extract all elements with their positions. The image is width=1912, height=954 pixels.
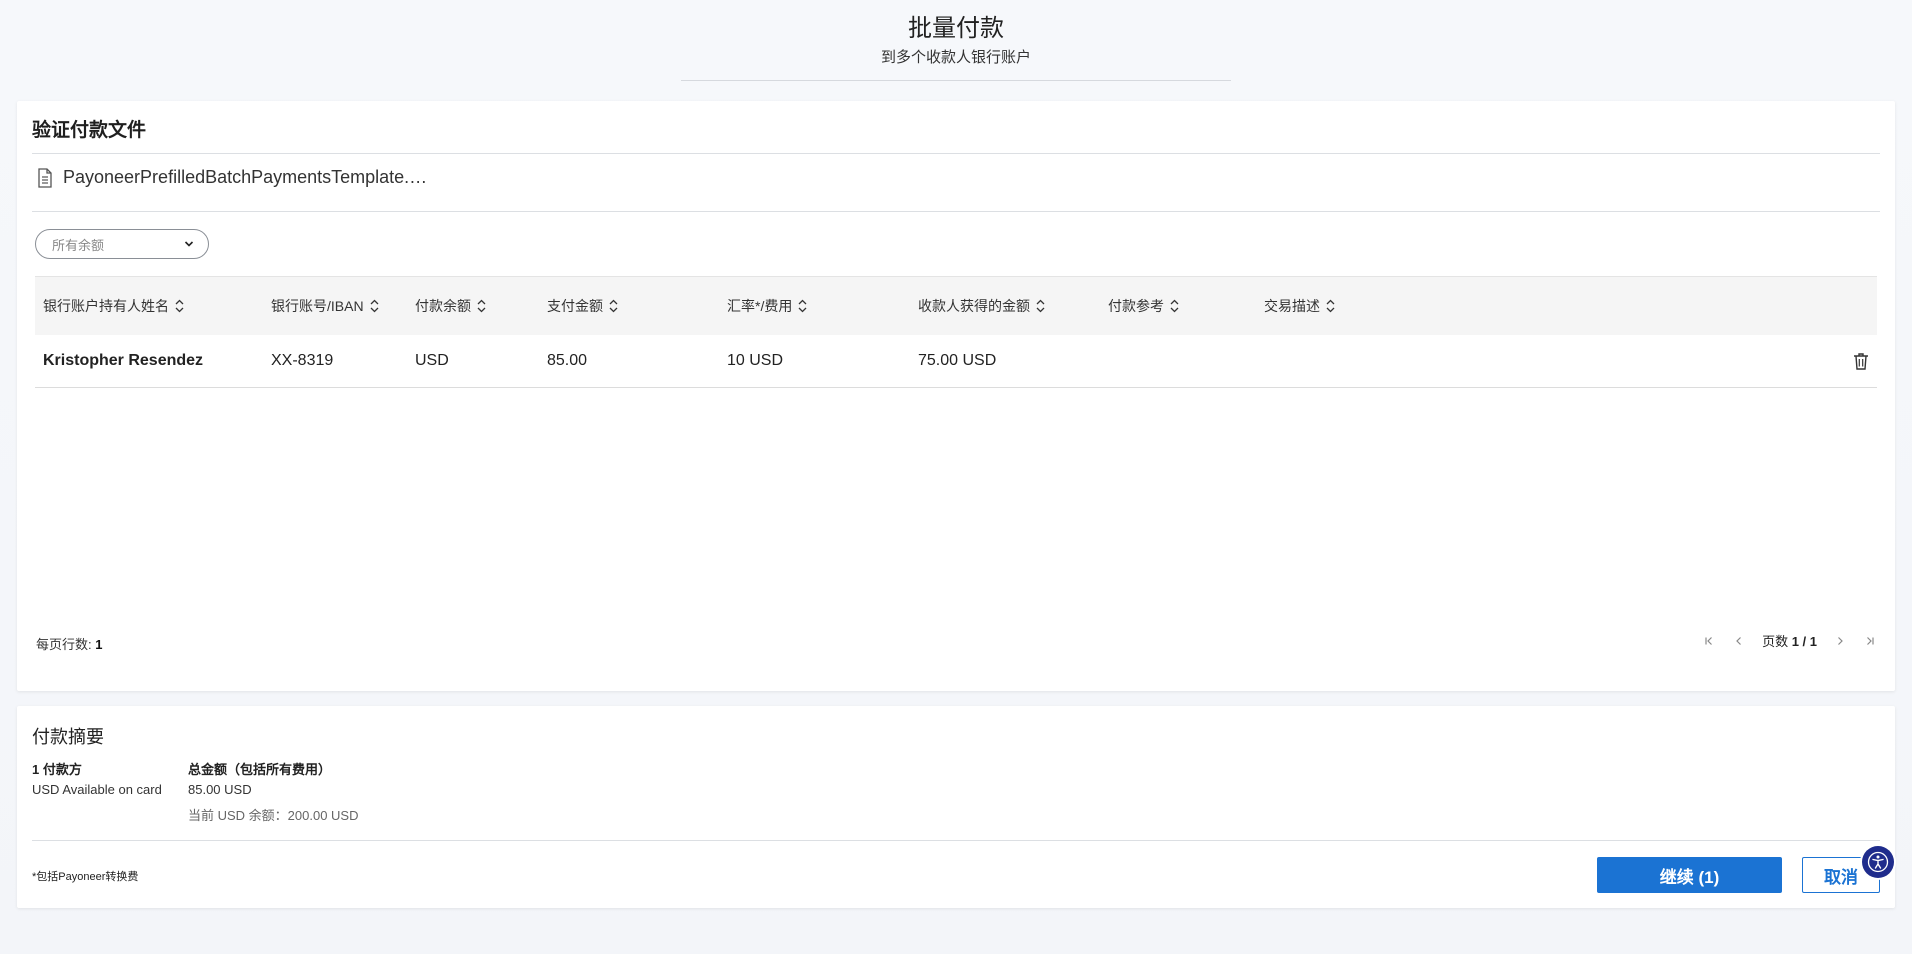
column-header-balance[interactable]: 付款余额 (415, 277, 486, 335)
page-indicator: 页数 1 / 1 (1762, 631, 1817, 650)
sort-icon (609, 299, 618, 313)
column-label: 支付金额 (547, 298, 603, 314)
page-header: 批量付款 到多个收款人银行账户 (0, 0, 1912, 81)
column-header-amount[interactable]: 支付金额 (547, 277, 618, 335)
trash-icon[interactable] (1853, 352, 1869, 370)
column-label: 银行账户持有人姓名 (43, 298, 169, 314)
next-page-icon (1838, 636, 1843, 645)
first-page-button[interactable] (1700, 632, 1718, 650)
column-label: 付款余额 (415, 298, 471, 314)
column-header-account[interactable]: 银行账号/IBAN (271, 277, 379, 335)
column-header-reference[interactable]: 付款参考 (1108, 277, 1179, 335)
cell-recipient-gets: 75.00 USD (918, 352, 997, 369)
column-label: 付款参考 (1108, 298, 1164, 314)
payment-summary-card: 付款摘要 1 付款方 USD Available on card 总金额（包括所… (17, 706, 1895, 908)
total-value: 85.00 USD (188, 782, 252, 797)
sort-icon (1170, 299, 1179, 313)
page-label: 页数 (1762, 634, 1792, 649)
column-header-description[interactable]: 交易描述 (1264, 277, 1335, 335)
cell-amount: 85.00 (547, 352, 588, 369)
prev-page-icon (1736, 636, 1742, 645)
cell-holder: Kristopher Resendez (43, 352, 204, 369)
prev-page-button[interactable] (1730, 632, 1748, 650)
last-page-icon (1867, 636, 1874, 645)
cell-account: XX-8319 (271, 352, 334, 369)
validate-file-card: 验证付款文件 PayoneerPrefilledBatchPaymentsTem… (17, 101, 1895, 691)
first-page-icon (1705, 636, 1713, 645)
file-icon (38, 167, 52, 188)
payer-source: USD Available on card (32, 782, 162, 797)
sort-icon (798, 299, 807, 313)
sort-icon (477, 299, 486, 313)
file-row: PayoneerPrefilledBatchPaymentsTemplate.… (37, 167, 427, 188)
rows-per-page-value: 1 (95, 637, 103, 652)
chevron-down-icon (184, 241, 194, 247)
page-title: 批量付款 (908, 15, 1004, 42)
balance-filter-select[interactable]: 所有余额 (35, 229, 209, 259)
next-page-button[interactable] (1831, 632, 1849, 650)
last-page-button[interactable] (1861, 632, 1879, 650)
rows-per-page-label: 每页行数: (36, 637, 96, 652)
table-header: 银行账户持有人姓名 银行账号/IBAN 付款余额 支付金额 汇率*/费用 收款人… (35, 276, 1877, 335)
column-header-recipient-gets[interactable]: 收款人获得的金额 (918, 277, 1045, 335)
continue-button[interactable]: 继续 (1) (1597, 857, 1782, 893)
summary-payers: 1 付款方 USD Available on card (32, 759, 162, 800)
cell-rate-fee: 10 USD (727, 352, 784, 369)
divider (32, 840, 1880, 841)
summary-total: 总金额（包括所有费用） 85.00 USD 当前 USD 余额：200.00 U… (188, 759, 359, 823)
sort-icon (1326, 299, 1335, 313)
divider (32, 153, 1880, 154)
file-name: PayoneerPrefilledBatchPaymentsTemplate.… (63, 167, 428, 187)
summary-title: 付款摘要 (32, 727, 104, 747)
sort-icon (370, 299, 379, 313)
cell-balance: USD (415, 352, 449, 369)
column-label: 交易描述 (1264, 298, 1320, 314)
page-subtitle: 到多个收款人银行账户 (880, 49, 1031, 66)
total-head: 总金额（包括所有费用） (188, 762, 332, 777)
divider (32, 211, 1880, 212)
page-value: 1 / 1 (1791, 634, 1817, 649)
accessibility-icon (1867, 851, 1889, 873)
sort-icon (175, 299, 184, 313)
payers-head: 1 付款方 (32, 762, 82, 777)
validate-section-title: 验证付款文件 (32, 120, 147, 141)
current-balance: 当前 USD 余额：200.00 USD (188, 808, 359, 823)
table-row: Kristopher Resendez XX-8319 USD 85.00 10… (35, 335, 1877, 388)
header-divider (681, 80, 1231, 81)
pagination: 页数 1 / 1 (1694, 631, 1885, 650)
column-label: 收款人获得的金额 (918, 298, 1030, 314)
balance-filter-value: 所有余额 (52, 237, 105, 253)
column-label: 汇率*/费用 (727, 298, 793, 314)
fee-footnote: *包括Payoneer转换费 (32, 871, 139, 883)
column-label: 银行账号/IBAN (271, 298, 364, 314)
sort-icon (1036, 299, 1045, 313)
payments-table: 银行账户持有人姓名 银行账号/IBAN 付款余额 支付金额 汇率*/费用 收款人… (35, 276, 1877, 388)
column-header-rate-fee[interactable]: 汇率*/费用 (727, 277, 807, 335)
table-body: Kristopher Resendez XX-8319 USD 85.00 10… (35, 335, 1877, 388)
accessibility-button[interactable] (1862, 846, 1894, 878)
rows-per-page: 每页行数: 1 (36, 634, 102, 653)
column-header-holder[interactable]: 银行账户持有人姓名 (43, 277, 184, 335)
